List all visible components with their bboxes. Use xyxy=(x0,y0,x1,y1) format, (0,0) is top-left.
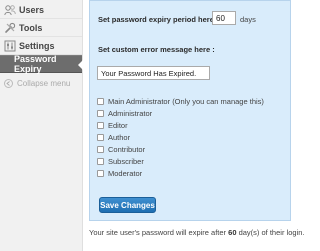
role-editor[interactable]: Editor xyxy=(97,119,264,131)
summary-suffix: day(s) of their login. xyxy=(238,228,305,237)
role-checkbox-list: Main Administrator (Only you can manage … xyxy=(97,95,264,179)
users-icon xyxy=(3,3,16,16)
collapse-menu-button[interactable]: Collapse menu xyxy=(0,76,82,90)
expiry-summary-note: Your site user's password will expire af… xyxy=(89,228,304,237)
role-checkbox[interactable] xyxy=(97,121,104,129)
expiry-days-input[interactable] xyxy=(212,11,236,25)
collapse-arrow-icon xyxy=(4,78,13,88)
admin-sidebar: Users Tools Settings Password Expiry Col… xyxy=(0,0,83,251)
sidebar-item-users[interactable]: Users xyxy=(0,1,82,19)
days-unit-label: days xyxy=(240,15,256,24)
tools-icon xyxy=(3,21,16,34)
role-checkbox[interactable] xyxy=(97,169,104,177)
role-label: Main Administrator (Only you can manage … xyxy=(108,96,264,106)
expiry-period-label: Set password expiry period here : xyxy=(98,15,219,24)
role-label: Administrator xyxy=(108,108,153,118)
summary-days-value: 60 xyxy=(228,228,237,237)
role-subscriber[interactable]: Subscriber xyxy=(97,155,264,167)
role-checkbox[interactable] xyxy=(97,157,104,165)
role-label: Subscriber xyxy=(108,156,144,166)
sidebar-item-tools[interactable]: Tools xyxy=(0,19,82,37)
collapse-menu-label: Collapse menu xyxy=(17,78,71,88)
role-contributor[interactable]: Contributor xyxy=(97,143,264,155)
password-expiry-settings-panel: Set password expiry period here : days S… xyxy=(89,0,291,221)
active-indicator-arrow xyxy=(78,60,83,70)
role-label: Contributor xyxy=(108,144,146,154)
role-author[interactable]: Author xyxy=(97,131,264,143)
role-label: Editor xyxy=(108,120,128,130)
sidebar-item-label: Settings xyxy=(19,40,55,51)
sidebar-item-label: Users xyxy=(19,4,45,15)
role-main-administrator[interactable]: Main Administrator (Only you can manage … xyxy=(97,95,264,107)
role-checkbox[interactable] xyxy=(97,97,104,105)
sidebar-item-label: Tools xyxy=(19,22,43,33)
summary-prefix: Your site user's password will expire af… xyxy=(89,228,227,237)
error-message-input[interactable] xyxy=(97,66,210,80)
role-label: Moderator xyxy=(108,168,143,178)
error-message-label: Set custom error message here : xyxy=(98,45,215,54)
role-label: Author xyxy=(108,132,131,142)
save-changes-button[interactable]: Save Changes xyxy=(99,197,156,213)
role-moderator[interactable]: Moderator xyxy=(97,167,264,179)
role-checkbox[interactable] xyxy=(97,145,104,153)
role-administrator[interactable]: Administrator xyxy=(97,107,264,119)
sidebar-item-password-expiry[interactable]: Password Expiry xyxy=(0,54,83,74)
settings-icon xyxy=(3,39,16,52)
sidebar-item-settings[interactable]: Settings xyxy=(0,37,82,55)
role-checkbox[interactable] xyxy=(97,133,104,141)
sidebar-item-label: Password Expiry xyxy=(14,54,57,74)
role-checkbox[interactable] xyxy=(97,109,104,117)
